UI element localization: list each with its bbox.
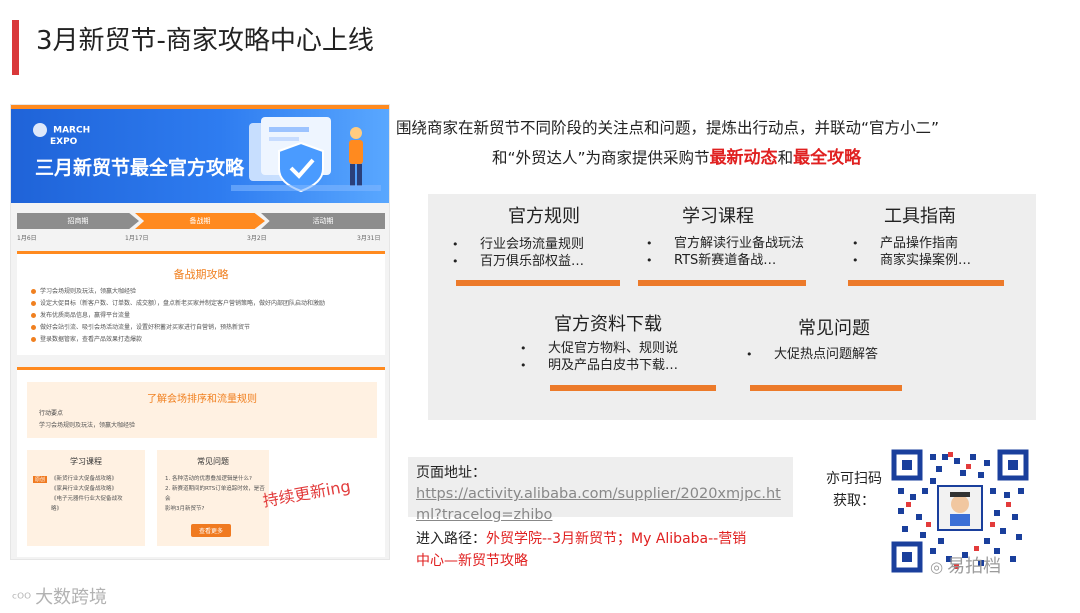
logo-line2: EXPO bbox=[50, 137, 78, 147]
section-title-faq: 常见问题 bbox=[798, 318, 870, 339]
shield-illustration-icon bbox=[231, 117, 381, 193]
faq-item[interactable]: 2. 新赛道期间的RTS订单追踪时效，是否会 bbox=[165, 484, 269, 504]
qr-caption: 亦可扫码 获取： bbox=[820, 468, 888, 512]
faq-mini-card: 常见问题 1. 各种活动的优惠叠加逻辑是什么? 2. 新赛道期间的RTS订单追踪… bbox=[157, 450, 269, 546]
description-line1: 围绕商家在新贸节不同阶段的关注点和问题，提炼出行动点，并联动“官方小二” bbox=[396, 119, 940, 137]
watermark-right: ◎ 易拍档 bbox=[930, 552, 1001, 578]
date-1: 1月6日 bbox=[17, 235, 37, 242]
section-item-continued: 明及产品白皮书下载… bbox=[520, 357, 678, 374]
prep-strategy-title: 备战期攻略 bbox=[173, 268, 229, 281]
logo-line1: MARCH bbox=[53, 125, 91, 136]
section-title-courses: 学习课程 bbox=[682, 206, 754, 227]
section-item: 大促官方物料、规则说 bbox=[520, 340, 678, 357]
title-accent-bar bbox=[12, 20, 19, 75]
watermark-logo-icon: ᶜᴼᴼ bbox=[12, 591, 32, 607]
section-list-downloads: 大促官方物料、规则说 明及产品白皮书下载… bbox=[520, 340, 678, 374]
section-item: 大促热点问题解答 bbox=[746, 346, 878, 363]
prep-item: 做好会站引流、吸引会场活动流量，设置好积蓄对买家进行自营销，预热新贸节 bbox=[31, 322, 325, 334]
section-title-downloads: 官方资料下载 bbox=[554, 314, 662, 335]
section-list-courses: 官方解读行业备战玩法 RTS新赛道备战… bbox=[646, 235, 804, 269]
section-item: 商家实操案例… bbox=[852, 252, 971, 269]
section-item: 官方解读行业备战玩法 bbox=[646, 235, 804, 252]
march-expo-logo: MARCH EXPO bbox=[33, 123, 90, 147]
watermark-left: ᶜᴼᴼ 大数跨境 bbox=[12, 583, 107, 609]
course-item[interactable]: 《电子元器件行业大促备战攻 bbox=[51, 494, 123, 504]
section-list-faq: 大促热点问题解答 bbox=[746, 346, 878, 363]
section-title-official-rules: 官方规则 bbox=[508, 206, 580, 227]
watermark-left-text: 大数跨境 bbox=[35, 587, 108, 608]
banner-title: 三月新贸节最全官方攻略 bbox=[35, 157, 245, 179]
prep-item: 学习会场规则及玩法，领赢大咖经验 bbox=[31, 286, 325, 298]
section-item: RTS新赛道备战… bbox=[646, 252, 804, 269]
action-point-item: 学习会场规则及玩法，领赢大咖经验 bbox=[39, 422, 136, 429]
faq-item[interactable]: 影响3月新贸节? bbox=[165, 504, 269, 514]
section-list-official-rules: 行业会场流量规则 百万俱乐部权益… bbox=[452, 236, 584, 270]
slide-title: 3月新贸节-商家攻略中心上线 bbox=[36, 26, 374, 56]
section-bar bbox=[638, 280, 806, 286]
description-mid: 和 bbox=[777, 149, 794, 167]
promo-banner: MARCH EXPO 三月新贸节最全官方攻略 bbox=[11, 105, 389, 203]
course-mini-title: 学习课程 bbox=[70, 457, 102, 466]
highlight-latest-news: 最新动态 bbox=[709, 148, 778, 168]
action-points-label: 行动要点 bbox=[39, 410, 64, 417]
prep-item: 设定大促目标（新客户数、订单数、成交额），盘点新老买家并制定客户营销策略，做好内… bbox=[31, 298, 325, 310]
section-bar bbox=[550, 385, 716, 391]
entry-path-value-line2: 中心—新贸节攻略 bbox=[416, 553, 528, 569]
banner-top-strip bbox=[11, 105, 389, 109]
entry-path-value: 外贸学院--3月新贸节；My Alibaba--营销 bbox=[486, 531, 747, 547]
page-address-label: 页面地址： bbox=[416, 465, 486, 481]
traffic-rules-header: 了解会场排序和流量规则 行动要点 学习会场规则及玩法，领赢大咖经验 bbox=[27, 382, 377, 438]
section-item: 产品操作指南 bbox=[852, 235, 971, 252]
highlight-full-guide: 最全攻略 bbox=[793, 148, 862, 168]
traffic-rules-title: 了解会场排序和流量规则 bbox=[147, 394, 257, 405]
prep-item: 发布优质商品信息，赢得平台流量 bbox=[31, 310, 325, 322]
section-bar bbox=[750, 385, 902, 391]
section-list-tool-guide: 产品操作指南 商家实操案例… bbox=[852, 235, 971, 269]
wechat-icon: ◎ bbox=[930, 558, 944, 576]
description-line2: 和“外贸达人”为商家提供采购节最新动态和最全攻略 bbox=[492, 143, 861, 168]
logo-circle-icon bbox=[33, 123, 47, 137]
section-title-tool-guide: 工具指南 bbox=[884, 206, 956, 227]
qr-caption-line1: 亦可扫码 bbox=[826, 471, 882, 487]
entry-path-label: 进入路径： bbox=[416, 531, 486, 547]
view-more-button[interactable]: 查看更多 bbox=[191, 524, 232, 537]
description-prefix: 和“外贸达人”为商家提供采购节 bbox=[492, 149, 710, 167]
date-4: 3月31日 bbox=[357, 235, 381, 242]
phase-tab-1[interactable]: 招商期 bbox=[17, 213, 139, 229]
original-badge: 原创 bbox=[33, 476, 48, 483]
phase-tab-2[interactable]: 备战期 bbox=[135, 213, 265, 229]
entry-path: 进入路径：外贸学院--3月新贸节；My Alibaba--营销 bbox=[416, 528, 746, 548]
prep-strategy-card: 备战期攻略 学习会场规则及玩法，领赢大咖经验 设定大促目标（新客户数、订单数、成… bbox=[17, 251, 385, 355]
course-item[interactable]: 略》 bbox=[51, 504, 123, 514]
watermark-right-text: 易拍档 bbox=[947, 556, 1002, 577]
faq-mini-title: 常见问题 bbox=[197, 457, 229, 466]
course-list: 《新货行业大促备战攻略》 《家具行业大促备战攻略》 《电子元器件行业大促备战攻 … bbox=[51, 474, 123, 514]
phase-tab-3[interactable]: 活动期 bbox=[261, 213, 385, 229]
phase-timeline: 招商期 备战期 活动期 bbox=[17, 213, 385, 229]
traffic-rules-card: 了解会场排序和流量规则 行动要点 学习会场规则及玩法，领赢大咖经验 学习课程 原… bbox=[17, 367, 385, 557]
course-item[interactable]: 《家具行业大促备战攻略》 bbox=[51, 484, 123, 494]
section-bar bbox=[848, 280, 1004, 286]
sections-panel: 官方规则 行业会场流量规则 百万俱乐部权益… 学习课程 官方解读行业备战玩法 R… bbox=[428, 194, 1036, 420]
date-3: 3月2日 bbox=[247, 235, 267, 242]
course-item[interactable]: 《新货行业大促备战攻略》 bbox=[51, 474, 123, 484]
date-2: 1月17日 bbox=[125, 235, 149, 242]
section-item: 百万俱乐部权益… bbox=[452, 253, 584, 270]
page-url-link[interactable]: https://activity.alibaba.com/supplier/20… bbox=[416, 484, 788, 526]
prep-strategy-list: 学习会场规则及玩法，领赢大咖经验 设定大促目标（新客户数、订单数、成交额），盘点… bbox=[31, 286, 325, 346]
faq-item[interactable]: 1. 各种活动的优惠叠加逻辑是什么? bbox=[165, 474, 269, 484]
prep-item: 登录数据管家，查看产品效果打造爆款 bbox=[31, 334, 325, 346]
section-bar bbox=[456, 280, 620, 286]
qr-caption-line2: 获取： bbox=[833, 493, 875, 509]
course-mini-card[interactable]: 学习课程 原创 《新货行业大促备战攻略》 《家具行业大促备战攻略》 《电子元器件… bbox=[27, 450, 145, 546]
faq-list: 1. 各种活动的优惠叠加逻辑是什么? 2. 新赛道期间的RTS订单追踪时效，是否… bbox=[165, 474, 269, 514]
section-item: 行业会场流量规则 bbox=[452, 236, 584, 253]
